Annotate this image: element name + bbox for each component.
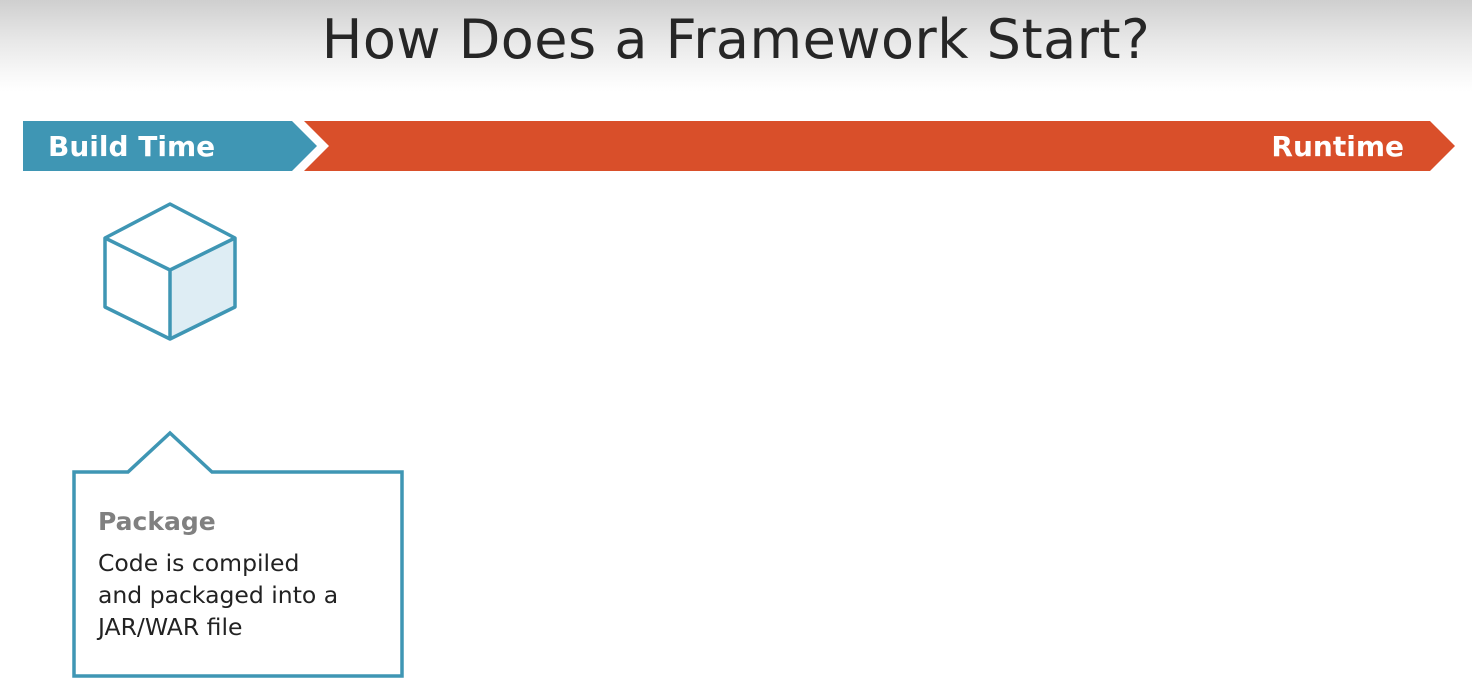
callout-body-line: Code is compiled [98,549,300,577]
callout-body: Code is compiled and packaged into a JAR… [98,547,394,643]
cube-icon [103,202,237,341]
callout-heading: Package [98,507,216,536]
build-time-label: Build Time [48,130,216,163]
callout-content: Package Code is compiled and packaged in… [98,503,394,643]
callout-body-line: JAR/WAR file [98,613,243,641]
runtime-label: Runtime [1271,130,1404,163]
callout-body-line: and packaged into a [98,581,339,609]
